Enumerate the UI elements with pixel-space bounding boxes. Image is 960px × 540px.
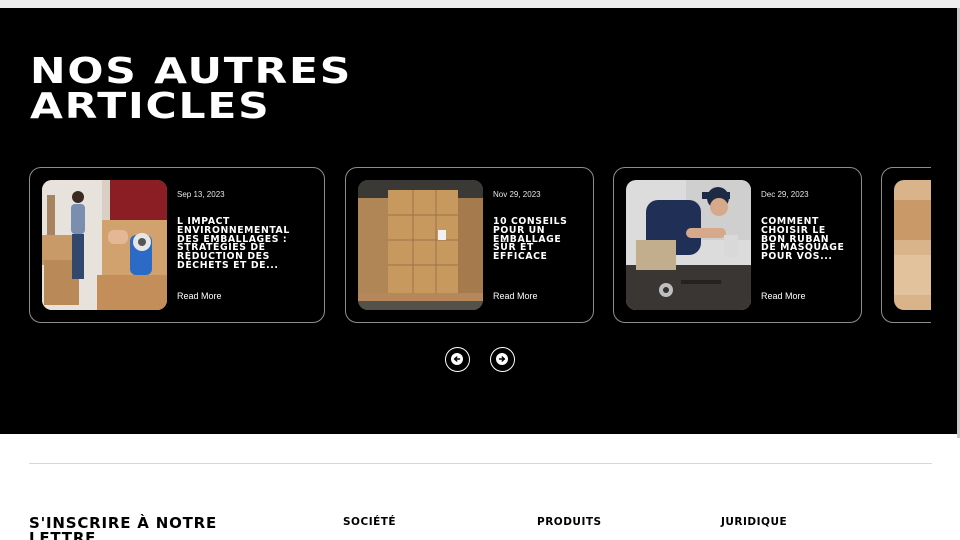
article-card[interactable]: Nov 29, 2023 10 CONSEILS POUR UN EMBALLA…: [345, 167, 594, 323]
article-card[interactable]: Dec 29, 2023 COMMENT CHOISIR LE BON RUBA…: [613, 167, 862, 323]
article-card[interactable]: Sep 13, 2023 L IMPACT ENVIRONNEMENTAL DE…: [29, 167, 325, 323]
article-card-partial[interactable]: [881, 167, 931, 323]
read-more-link[interactable]: Read More: [493, 291, 538, 301]
article-date: Sep 13, 2023: [177, 190, 225, 199]
browser-top-strip: [0, 0, 960, 8]
article-title[interactable]: COMMENT CHOISIR LE BON RUBAN DE MASQUAGE…: [761, 217, 846, 262]
article-title[interactable]: L IMPACT ENVIRONNEMENTAL DES EMBALLAGES …: [177, 217, 307, 271]
article-date: Nov 29, 2023: [493, 190, 541, 199]
article-image-packing[interactable]: [42, 180, 167, 310]
arrow-left-icon: [451, 353, 463, 365]
arrow-right-icon: [496, 353, 508, 365]
footer-heading-societe: SOCIÉTÉ: [343, 516, 397, 528]
footer-divider: [29, 463, 932, 464]
read-more-link[interactable]: Read More: [761, 291, 806, 301]
article-date: Dec 29, 2023: [761, 190, 809, 199]
section-title: NOS AUTRES ARTICLES: [30, 54, 502, 127]
article-image-partial[interactable]: [894, 180, 931, 310]
footer-heading-produits: PRODUITS: [537, 516, 602, 528]
read-more-link[interactable]: Read More: [177, 291, 222, 301]
article-image-worker[interactable]: [626, 180, 751, 310]
footer-heading-juridique: JURIDIQUE: [721, 516, 788, 528]
carousel-prev-button[interactable]: [445, 347, 470, 372]
articles-carousel[interactable]: Sep 13, 2023 L IMPACT ENVIRONNEMENTAL DE…: [29, 167, 931, 324]
section-title-line2: ARTICLES: [30, 86, 271, 127]
newsletter-title: S'INSCRIRE À NOTRE LETTRE: [29, 514, 218, 540]
article-title[interactable]: 10 CONSEILS POUR UN EMBALLAGE SÛR ET EFF…: [493, 217, 573, 262]
article-image-warehouse[interactable]: [358, 180, 483, 310]
other-articles-section: NOS AUTRES ARTICLES Sep 13, 2023 L IMPAC…: [0, 8, 957, 434]
carousel-next-button[interactable]: [490, 347, 515, 372]
